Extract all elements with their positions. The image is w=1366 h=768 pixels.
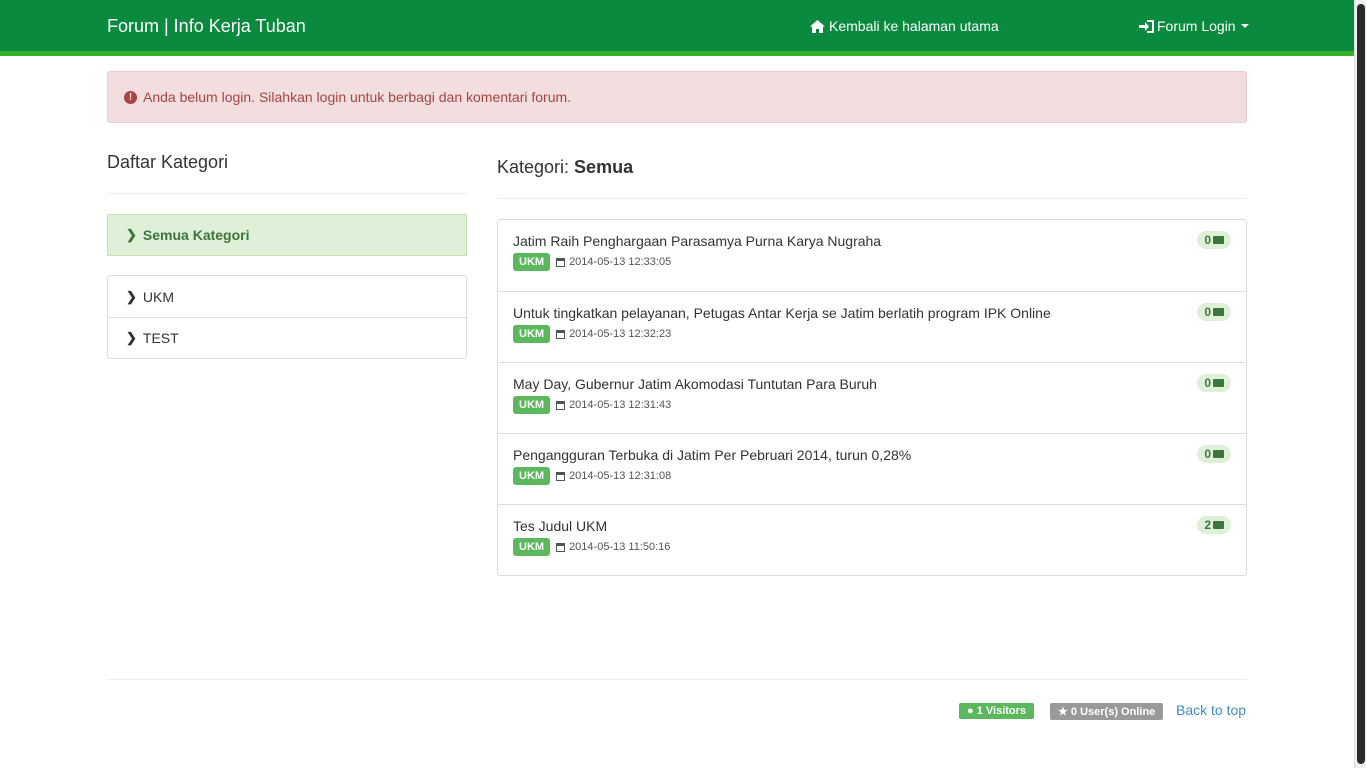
main-divider bbox=[497, 198, 1247, 199]
topic-date: 2014-05-13 12:33:05 bbox=[569, 256, 672, 268]
calendar-icon bbox=[556, 542, 566, 552]
topic-date: 2014-05-13 11:50:16 bbox=[569, 541, 671, 553]
topic-meta: UKM 2014-05-13 12:33:05 bbox=[513, 253, 1231, 271]
chevron-right-icon: ❯ bbox=[126, 330, 137, 345]
sidebar-item-label: TEST bbox=[142, 330, 179, 346]
online-users-badge: ★ 0 User(s) Online bbox=[1050, 703, 1164, 720]
sidebar-item-label: UKM bbox=[142, 288, 175, 305]
chevron-right-icon: ❯ bbox=[126, 288, 137, 304]
comment-count-badge: 0 bbox=[1197, 231, 1231, 249]
category-label[interactable]: UKM bbox=[513, 253, 551, 271]
comment-icon bbox=[1213, 236, 1224, 244]
star-icon: ★ bbox=[1058, 706, 1071, 718]
alert-message: Anda belum login. Silahkan login untuk b… bbox=[143, 89, 572, 105]
page-title: Kategori: Semua bbox=[497, 157, 633, 178]
comment-count: 0 bbox=[1204, 305, 1211, 319]
online-count: 0 User(s) Online bbox=[1070, 706, 1156, 718]
topic-title-link[interactable]: Tes Judul UKM bbox=[513, 518, 1231, 534]
login-alert: ! Anda belum login. Silahkan login untuk… bbox=[107, 71, 1247, 123]
sidebar-item-ukm[interactable]: ❯ UKM bbox=[108, 276, 466, 317]
list-item: Untuk tingkatkan pelayanan, Petugas Anta… bbox=[498, 291, 1246, 362]
brand-title[interactable]: Forum | Info Kerja Tuban bbox=[107, 16, 306, 37]
back-to-top-link[interactable]: Back to top bbox=[1176, 702, 1246, 718]
topic-title-link[interactable]: May Day, Gubernur Jatim Akomodasi Tuntut… bbox=[513, 376, 1231, 392]
calendar-icon bbox=[556, 329, 566, 339]
topic-title-link[interactable]: Untuk tingkatkan pelayanan, Petugas Anta… bbox=[513, 305, 1231, 321]
comment-icon bbox=[1213, 379, 1224, 387]
category-label[interactable]: UKM bbox=[513, 467, 551, 485]
vertical-scrollbar[interactable] bbox=[1354, 0, 1366, 768]
page-title-prefix: Kategori: bbox=[497, 157, 575, 177]
comment-count-badge: 2 bbox=[1197, 516, 1231, 534]
topic-meta: UKM 2014-05-13 12:31:08 bbox=[513, 467, 1231, 485]
comment-icon bbox=[1213, 308, 1224, 316]
comment-count-badge: 0 bbox=[1197, 374, 1231, 392]
home-icon bbox=[810, 19, 825, 33]
list-item: Tes Judul UKM UKM 2014-05-13 11:50:16 2 bbox=[498, 504, 1246, 575]
comment-count-badge: 0 bbox=[1197, 303, 1231, 321]
comment-count: 0 bbox=[1204, 233, 1211, 247]
topic-date: 2014-05-13 12:31:43 bbox=[569, 399, 672, 411]
top-navbar: Forum | Info Kerja Tuban Kembali ke hala… bbox=[0, 0, 1354, 56]
comment-icon bbox=[1213, 450, 1224, 458]
forum-login-label: Forum Login bbox=[1157, 18, 1236, 34]
list-item: Jatim Raih Penghargaan Parasamya Purna K… bbox=[498, 220, 1246, 291]
list-item: May Day, Gubernur Jatim Akomodasi Tuntut… bbox=[498, 362, 1246, 433]
visitors-count: 1 Visitors bbox=[976, 705, 1027, 717]
comment-count: 2 bbox=[1204, 518, 1211, 532]
visitors-badge: ● 1 Visitors bbox=[959, 703, 1035, 719]
category-list: ❯ UKM ❯ TEST bbox=[107, 275, 467, 359]
topic-title-link[interactable]: Pengangguran Terbuka di Jatim Per Pebrua… bbox=[513, 447, 1231, 463]
forum-login-dropdown[interactable]: Forum Login bbox=[1139, 18, 1249, 34]
category-label[interactable]: UKM bbox=[513, 538, 551, 556]
footer-divider bbox=[107, 679, 1247, 680]
sidebar-divider bbox=[107, 193, 467, 194]
category-label[interactable]: UKM bbox=[513, 396, 551, 414]
sidebar-item-label: Semua Kategori bbox=[142, 227, 250, 243]
comment-count: 0 bbox=[1204, 376, 1211, 390]
calendar-icon bbox=[556, 471, 566, 481]
topic-date: 2014-05-13 12:32:23 bbox=[569, 328, 672, 340]
sign-in-icon bbox=[1139, 19, 1154, 33]
category-label[interactable]: UKM bbox=[513, 325, 551, 343]
exclamation-circle-icon: ! bbox=[124, 90, 137, 104]
scrollbar-thumb[interactable] bbox=[1357, 4, 1365, 764]
sidebar-title: Daftar Kategori bbox=[107, 152, 229, 172]
topic-meta: UKM 2014-05-13 11:50:16 bbox=[513, 538, 1231, 556]
topic-date: 2014-05-13 12:31:08 bbox=[569, 470, 672, 482]
user-icon: ● bbox=[967, 705, 977, 717]
calendar-icon bbox=[556, 400, 566, 410]
comment-count-badge: 0 bbox=[1197, 445, 1231, 463]
page-title-category: Semua bbox=[574, 157, 634, 177]
topic-list: Jatim Raih Penghargaan Parasamya Purna K… bbox=[497, 219, 1247, 576]
chevron-right-icon: ❯ bbox=[126, 227, 137, 242]
comment-count: 0 bbox=[1204, 447, 1211, 461]
calendar-icon bbox=[556, 257, 566, 267]
caret-down-icon bbox=[1240, 24, 1249, 28]
sidebar-item-test[interactable]: ❯ TEST bbox=[108, 317, 466, 358]
comment-icon bbox=[1213, 521, 1224, 529]
home-link-label: Kembali ke halaman utama bbox=[829, 18, 999, 34]
topic-meta: UKM 2014-05-13 12:31:43 bbox=[513, 396, 1231, 414]
topic-title-link[interactable]: Jatim Raih Penghargaan Parasamya Purna K… bbox=[513, 233, 1231, 249]
home-link[interactable]: Kembali ke halaman utama bbox=[810, 18, 999, 34]
list-item: Pengangguran Terbuka di Jatim Per Pebrua… bbox=[498, 433, 1246, 504]
topic-meta: UKM 2014-05-13 12:32:23 bbox=[513, 325, 1231, 343]
sidebar-item-all-categories[interactable]: ❯ Semua Kategori bbox=[107, 214, 467, 256]
